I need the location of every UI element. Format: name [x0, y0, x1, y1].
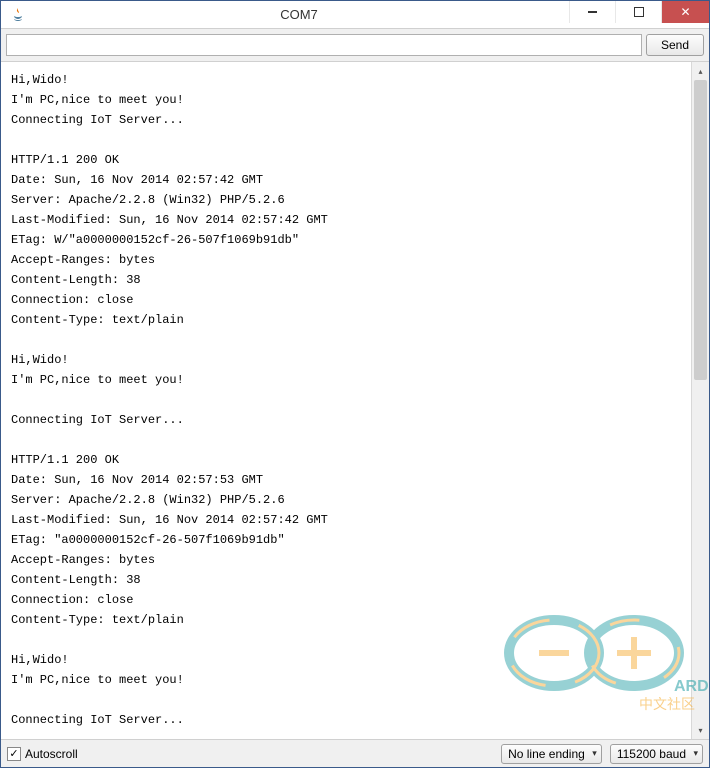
toolbar: Send — [1, 29, 709, 62]
baud-rate-value: 115200 baud — [617, 747, 686, 761]
autoscroll-label: Autoscroll — [25, 747, 78, 761]
line-ending-select[interactable]: No line ending — [501, 744, 602, 764]
statusbar: ✓ Autoscroll No line ending 115200 baud — [1, 739, 709, 767]
scrollbar-track[interactable] — [692, 80, 709, 721]
console-output: Hi,Wido! I'm PC,nice to meet you! Connec… — [1, 62, 691, 738]
scroll-down-icon[interactable]: ▾ — [692, 721, 709, 739]
line-ending-value: No line ending — [508, 747, 585, 761]
send-button[interactable]: Send — [646, 34, 704, 56]
window-controls — [569, 1, 709, 28]
close-button[interactable] — [661, 1, 709, 23]
checkbox-icon: ✓ — [7, 747, 21, 761]
baud-rate-select[interactable]: 115200 baud — [610, 744, 703, 764]
command-input[interactable] — [6, 34, 642, 56]
java-icon — [7, 4, 29, 26]
serial-monitor-window: COM7 Send Hi,Wido! I'm PC,nice to meet y… — [0, 0, 710, 768]
maximize-button[interactable] — [615, 1, 661, 23]
content-area: Hi,Wido! I'm PC,nice to meet you! Connec… — [1, 62, 709, 739]
autoscroll-checkbox[interactable]: ✓ Autoscroll — [7, 747, 78, 761]
window-title: COM7 — [29, 7, 569, 22]
vertical-scrollbar[interactable]: ▴ ▾ — [691, 62, 709, 739]
scroll-up-icon[interactable]: ▴ — [692, 62, 709, 80]
titlebar: COM7 — [1, 1, 709, 29]
scrollbar-thumb[interactable] — [694, 80, 707, 380]
minimize-button[interactable] — [569, 1, 615, 23]
